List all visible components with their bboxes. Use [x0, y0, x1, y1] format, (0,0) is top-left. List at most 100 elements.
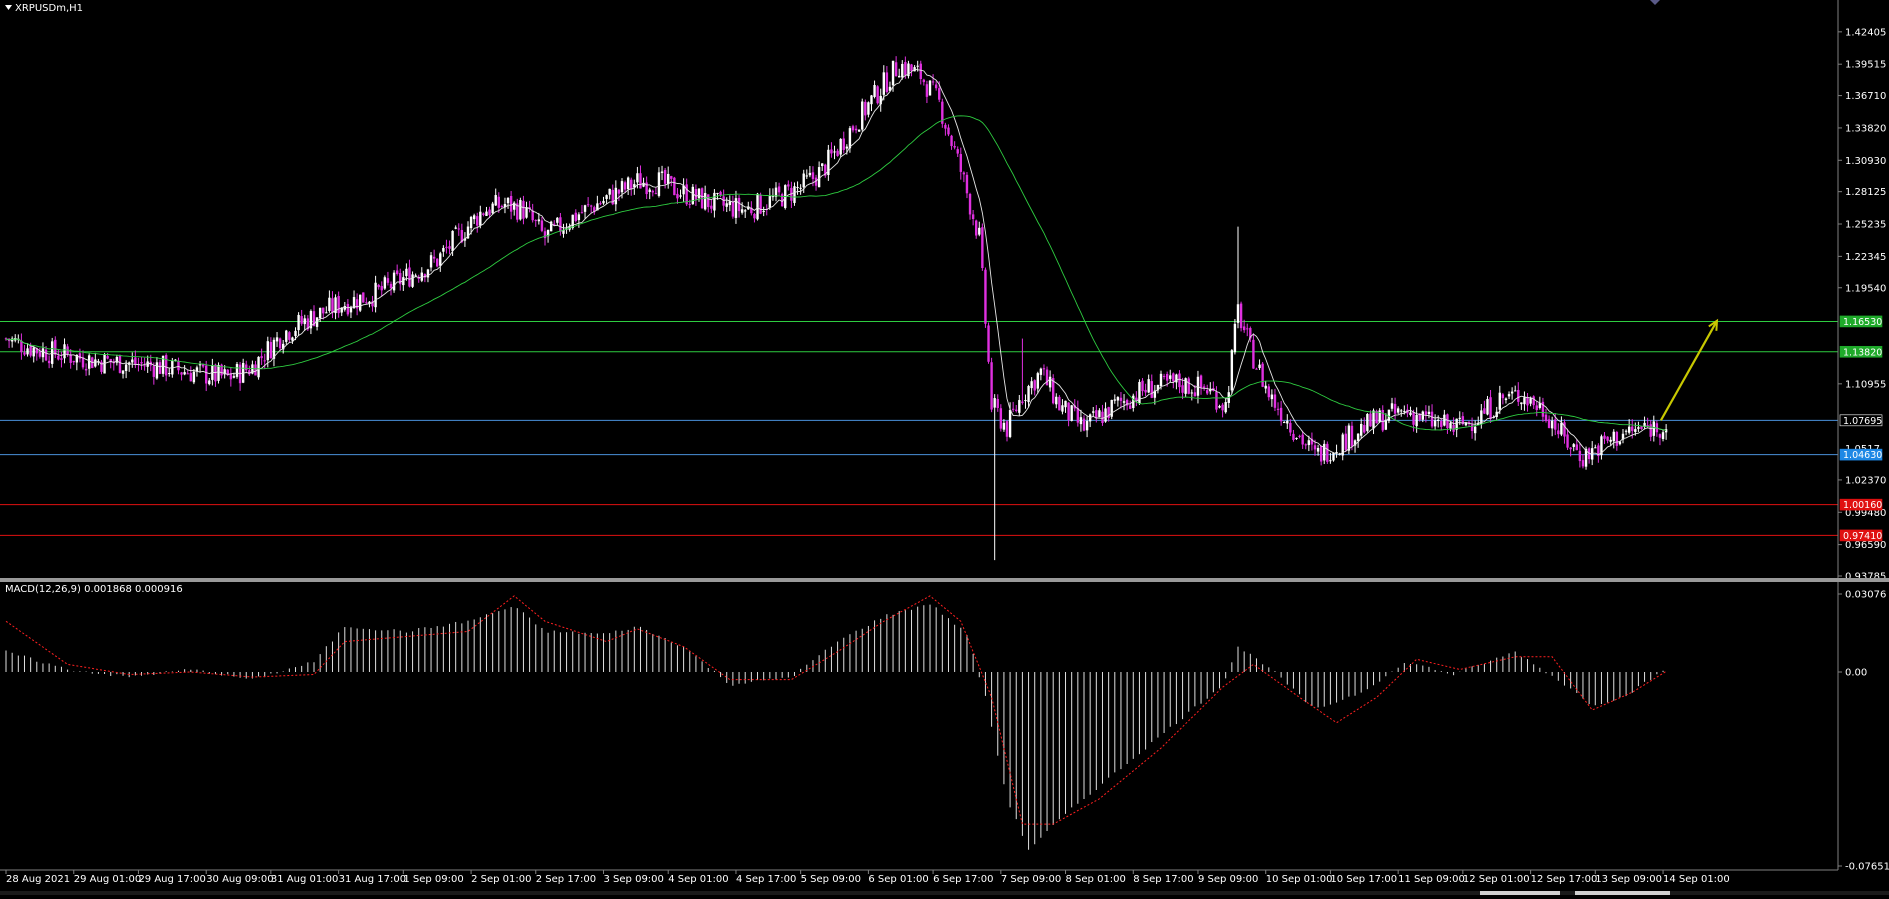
candle-body: [201, 364, 205, 367]
candle-body: [971, 214, 975, 220]
candle-body: [623, 182, 627, 190]
candle-body: [1005, 421, 1009, 437]
candle-body: [482, 213, 485, 215]
price-tick-label: 1.30930: [1845, 156, 1886, 167]
candle-body: [904, 62, 907, 76]
time-tick-label: 9 Sep 09:00: [1198, 874, 1258, 885]
time-tick-label: 30 Aug 09:00: [206, 874, 273, 885]
candle-body: [679, 195, 682, 197]
candle-body: [1036, 373, 1039, 389]
candle-body: [1658, 434, 1662, 438]
candle-body: [457, 228, 460, 230]
candle-body: [1076, 408, 1080, 423]
candle-body: [1535, 405, 1538, 411]
candle-body: [873, 84, 876, 97]
candle-body: [399, 273, 402, 285]
candle-body: [106, 356, 109, 359]
candle-body: [1615, 431, 1619, 446]
scrollbar-thumb-2[interactable]: [1575, 891, 1670, 895]
candle-body: [934, 84, 938, 89]
candle-body: [1470, 424, 1474, 431]
candle-body: [386, 278, 390, 283]
candle-body: [377, 284, 380, 288]
candle-body: [346, 303, 350, 315]
candle-body: [266, 341, 269, 361]
time-tick-label: 8 Sep 01:00: [1066, 874, 1126, 885]
candle-body: [494, 195, 497, 206]
candle-body: [605, 195, 608, 199]
candle-body: [1242, 326, 1246, 331]
candle-body: [864, 101, 867, 116]
candle-body: [1193, 392, 1197, 397]
candle-body: [269, 342, 273, 359]
candle-body: [667, 173, 670, 185]
candle-body: [1649, 424, 1652, 437]
candle-body: [525, 207, 528, 218]
candle-body: [574, 212, 577, 222]
candle-body: [411, 274, 414, 287]
macd-label: MACD(12,26,9) 0.001868 0.000916: [5, 584, 183, 595]
candle-body: [577, 214, 581, 221]
candle-body: [1356, 433, 1360, 441]
candle-body: [1061, 405, 1064, 412]
candle-body: [1427, 411, 1431, 415]
candle-body: [389, 283, 393, 289]
candle-body: [1514, 390, 1517, 392]
candle-body: [232, 376, 236, 378]
candle-body: [1150, 381, 1153, 398]
time-tick-label: 11 Sep 09:00: [1398, 874, 1465, 885]
candle-body: [408, 267, 411, 287]
candle-body: [177, 360, 180, 371]
candle-body: [485, 211, 488, 216]
time-tick-label: 31 Aug 17:00: [339, 874, 406, 885]
candle-body: [1055, 396, 1058, 405]
candle-body: [1215, 391, 1218, 410]
candle-body: [851, 126, 855, 131]
candle-body: [1316, 447, 1320, 452]
price-tick-label: 1.39515: [1845, 60, 1886, 71]
candle-body: [1199, 375, 1203, 388]
candle-body: [1510, 391, 1514, 394]
scrollbar-thumb[interactable]: [1480, 891, 1560, 895]
candle-body: [586, 204, 590, 206]
pane-separator[interactable]: [0, 578, 1889, 582]
candle-body: [47, 360, 51, 364]
candle-body: [51, 341, 54, 364]
chart-window[interactable]: XRPUSDm,H1 1.42405 1.39515 1.36710 1.33820 1…: [0, 0, 1889, 895]
candle-body: [1159, 373, 1163, 387]
candle-body: [1612, 431, 1615, 442]
candle-body: [839, 138, 842, 155]
candle-body: [728, 201, 731, 206]
candle-body: [300, 316, 303, 324]
candle-body: [275, 337, 279, 342]
chart-background: [0, 0, 1889, 895]
candle-body: [787, 184, 790, 187]
candle-body: [1569, 447, 1572, 450]
candle-body: [1187, 378, 1190, 394]
candle-body: [1082, 418, 1086, 431]
candle-body: [131, 359, 134, 363]
candle-body: [580, 212, 584, 214]
candle-body: [1067, 402, 1070, 421]
candle-body: [707, 194, 710, 208]
candle-body: [1002, 422, 1006, 430]
candle-body: [140, 362, 143, 364]
candle-body: [497, 196, 500, 208]
candle-body: [1190, 392, 1193, 394]
time-tick-label: 2 Sep 17:00: [536, 874, 596, 885]
candle-body: [325, 312, 328, 314]
candle-body: [383, 277, 387, 289]
candle-body: [703, 193, 707, 210]
candle-body: [1486, 399, 1489, 415]
candle-body: [694, 189, 698, 200]
candle-body: [285, 330, 288, 342]
candle-body: [235, 363, 239, 377]
horizontal-line-badge-label: 0.97410: [1843, 531, 1882, 542]
candle-body: [793, 186, 796, 203]
candle-body: [1018, 400, 1021, 413]
time-tick-label: 3 Sep 09:00: [604, 874, 664, 885]
candle-body: [26, 348, 29, 355]
candle-body: [1489, 397, 1492, 419]
candle-body: [1295, 437, 1298, 440]
candle-body: [1313, 445, 1317, 450]
